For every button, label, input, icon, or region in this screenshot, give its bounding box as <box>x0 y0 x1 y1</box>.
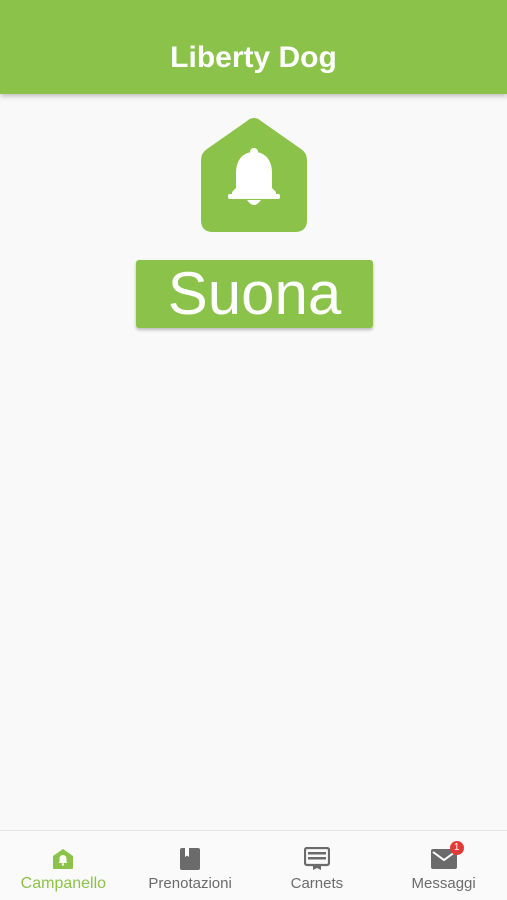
nav-label: Prenotazioni <box>148 875 232 892</box>
ring-button[interactable]: Suona <box>136 260 373 328</box>
book-icon <box>177 846 203 872</box>
house-bell-icon <box>201 116 307 232</box>
house-bell-icon <box>50 846 76 872</box>
bottom-navigation: Campanello Prenotazioni Carnets 1 Messag… <box>0 830 507 900</box>
nav-item-messaggi[interactable]: 1 Messaggi <box>380 831 507 900</box>
nav-item-campanello[interactable]: Campanello <box>0 831 127 900</box>
page-title: Liberty Dog <box>170 41 337 74</box>
card-icon <box>303 846 330 872</box>
nav-label: Campanello <box>20 875 107 892</box>
app-header: Liberty Dog <box>0 0 507 94</box>
nav-label: Carnets <box>290 875 344 892</box>
nav-label: Messaggi <box>411 875 476 892</box>
mail-icon: 1 <box>430 841 464 872</box>
nav-item-prenotazioni[interactable]: Prenotazioni <box>127 831 254 900</box>
nav-item-carnets[interactable]: Carnets <box>254 831 381 900</box>
unread-badge: 1 <box>449 841 464 855</box>
app-screen: Liberty Dog Suona Campanello Prenotazion… <box>0 0 507 900</box>
